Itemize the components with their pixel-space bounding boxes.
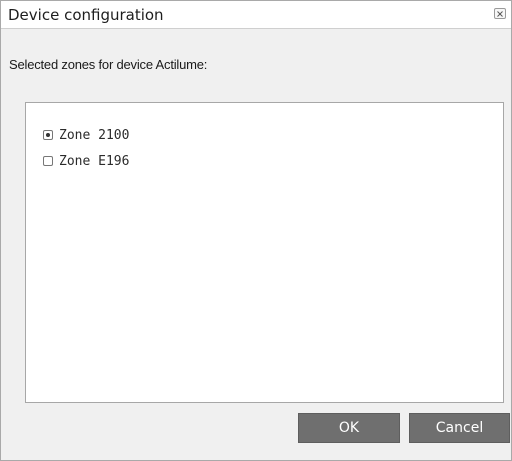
zones-list-panel: Zone 2100 Zone E196 [25, 102, 504, 403]
zone-checkbox[interactable] [43, 156, 53, 166]
ok-button[interactable]: OK [298, 413, 400, 443]
zone-item-2100[interactable]: Zone 2100 [43, 127, 129, 143]
zone-label: Zone 2100 [59, 127, 130, 143]
dialog-title: Device configuration [8, 6, 164, 24]
zone-item-e196[interactable]: Zone E196 [43, 153, 129, 169]
zone-radio-selected[interactable] [43, 130, 53, 140]
device-configuration-dialog: Device configuration Selected zones for … [0, 0, 512, 461]
cancel-button[interactable]: Cancel [409, 413, 510, 443]
close-icon [497, 10, 503, 17]
selected-zones-label: Selected zones for device Actilume: [9, 57, 208, 72]
title-bar: Device configuration [1, 1, 511, 29]
close-button[interactable] [494, 8, 506, 19]
zone-label: Zone E196 [59, 153, 130, 169]
